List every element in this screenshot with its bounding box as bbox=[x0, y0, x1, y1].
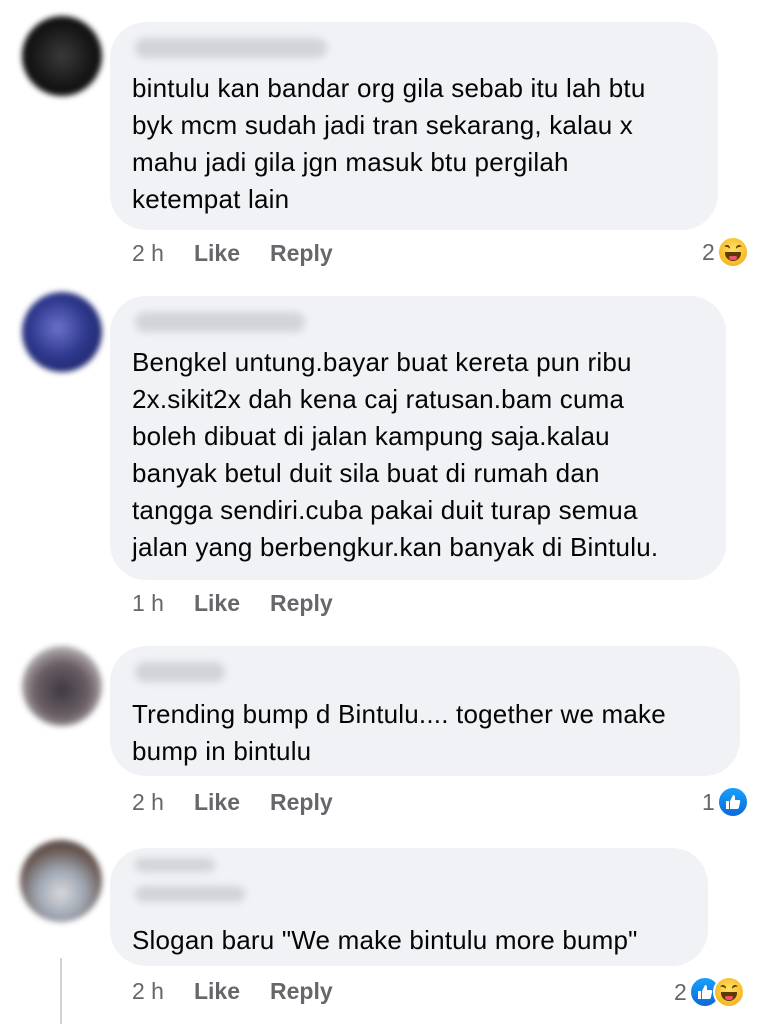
like-button[interactable]: Like bbox=[194, 789, 240, 816]
comment-text: bintulu kan bandar org gila sebab itu la… bbox=[132, 73, 646, 214]
reaction-summary[interactable]: 1 bbox=[702, 786, 749, 818]
reply-button[interactable]: Reply bbox=[270, 590, 333, 617]
reaction-count: 2 bbox=[702, 238, 715, 265]
haha-icon bbox=[712, 976, 745, 1008]
thread-line bbox=[60, 958, 62, 1024]
like-icon bbox=[716, 786, 749, 818]
avatar[interactable] bbox=[22, 646, 102, 726]
comment-time[interactable]: 1 h bbox=[132, 590, 164, 617]
author-name[interactable] bbox=[135, 38, 327, 58]
comment-actions: 2 h Like Reply bbox=[132, 240, 333, 267]
reaction-count: 2 bbox=[674, 978, 687, 1005]
reply-button[interactable]: Reply bbox=[270, 240, 333, 267]
comment-text: Slogan baru "We make bintulu more bump" bbox=[132, 925, 638, 955]
comment-actions: 2 h Like Reply bbox=[132, 978, 333, 1005]
comment-text: Bengkel untung.bayar buat kereta pun rib… bbox=[132, 347, 659, 562]
author-name-secondary bbox=[135, 886, 245, 902]
like-button[interactable]: Like bbox=[194, 240, 240, 267]
comment-time[interactable]: 2 h bbox=[132, 240, 164, 267]
avatar[interactable] bbox=[22, 292, 102, 372]
reaction-summary[interactable]: 2 bbox=[674, 976, 745, 1008]
comment-actions: 2 h Like Reply bbox=[132, 789, 333, 816]
author-name[interactable] bbox=[135, 858, 215, 872]
reply-button[interactable]: Reply bbox=[270, 978, 333, 1005]
author-name[interactable] bbox=[135, 312, 305, 332]
reaction-count: 1 bbox=[702, 788, 715, 815]
comment-time[interactable]: 2 h bbox=[132, 978, 164, 1005]
avatar[interactable] bbox=[22, 16, 102, 96]
haha-icon bbox=[716, 236, 749, 268]
comment-text: Trending bump d Bintulu.... together we … bbox=[132, 699, 666, 766]
comment-actions: 1 h Like Reply bbox=[132, 590, 333, 617]
reaction-summary[interactable]: 2 bbox=[702, 236, 749, 268]
like-button[interactable]: Like bbox=[194, 978, 240, 1005]
comment-time[interactable]: 2 h bbox=[132, 789, 164, 816]
reply-button[interactable]: Reply bbox=[270, 789, 333, 816]
like-button[interactable]: Like bbox=[194, 590, 240, 617]
avatar[interactable] bbox=[20, 840, 102, 922]
author-name[interactable] bbox=[135, 662, 225, 682]
